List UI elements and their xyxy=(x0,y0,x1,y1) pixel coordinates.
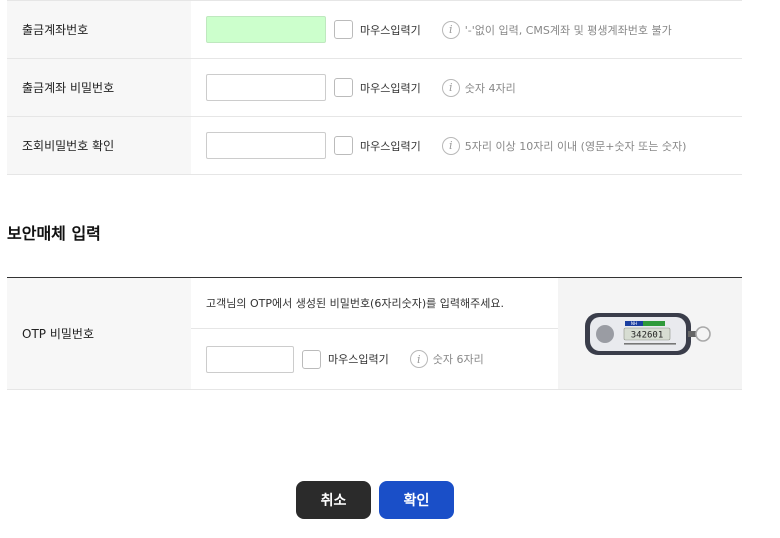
otp-mouse-input-checkbox[interactable] xyxy=(302,349,321,369)
account-number-label: 출금계좌번호 xyxy=(7,1,191,58)
confirm-button[interactable]: 확인 xyxy=(379,481,454,519)
info-icon: i xyxy=(441,78,460,97)
otp-section: OTP 비밀번호 고객님의 OTP에서 생성된 비밀번호(6자리숫자)를 입력해… xyxy=(7,277,742,390)
checkbox-label: 마우스입력기 xyxy=(328,353,389,366)
account-password-mouse-input-checkbox[interactable] xyxy=(334,78,353,97)
hint-text: 5자리 이상 10자리 이내 (영문+숫자 또는 숫자) xyxy=(464,139,687,153)
inquiry-password-input[interactable] xyxy=(206,132,326,159)
otp-input-row: 마우스입력기 i 숫자 6자리 xyxy=(191,329,558,389)
form-row-account-password: 출금계좌 비밀번호 마우스입력기 i 숫자 4자리 xyxy=(7,59,742,117)
otp-label: OTP 비밀번호 xyxy=(7,278,191,389)
cancel-button[interactable]: 취소 xyxy=(296,481,371,519)
info-icon: i xyxy=(441,136,460,155)
account-password-input[interactable] xyxy=(206,74,326,101)
inquiry-password-mouse-input-checkbox[interactable] xyxy=(334,136,353,155)
otp-device-brand: NH xyxy=(631,321,637,326)
otp-device-display: 342601 xyxy=(631,330,664,340)
form-row-inquiry-password: 조회비밀번호 확인 마우스입력기 i 5자리 이상 10자리 이내 (영문+숫자… xyxy=(7,117,742,175)
otp-device-icon: NH 342601 xyxy=(585,312,711,355)
otp-input[interactable] xyxy=(206,345,294,373)
hint-text: '-'없이 입력, CMS계좌 및 평생계좌번호 불가 xyxy=(464,23,672,37)
security-section-title: 보안매체 입력 xyxy=(7,224,101,243)
account-password-label: 출금계좌 비밀번호 xyxy=(7,59,191,116)
account-number-input[interactable] xyxy=(206,16,326,43)
checkbox-label: 마우스입력기 xyxy=(360,23,421,37)
otp-device-image: NH 342601 xyxy=(558,278,742,389)
hint: i 숫자 6자리 xyxy=(409,350,484,368)
hint: i 5자리 이상 10자리 이내 (영문+숫자 또는 숫자) xyxy=(441,136,687,155)
info-icon: i xyxy=(441,20,460,39)
hint: i '-'없이 입력, CMS계좌 및 평생계좌번호 불가 xyxy=(441,20,672,39)
account-form: 출금계좌번호 마우스입력기 i '-'없이 입력, CMS계좌 및 평생계좌번호… xyxy=(7,0,742,175)
otp-content: 고객님의 OTP에서 생성된 비밀번호(6자리숫자)를 입력해주세요. 마우스입… xyxy=(191,278,558,389)
checkbox-label: 마우스입력기 xyxy=(360,81,421,95)
hint: i 숫자 4자리 xyxy=(441,78,516,97)
info-icon: i xyxy=(409,350,428,368)
hint-text: 숫자 4자리 xyxy=(464,81,516,95)
account-number-mouse-input-checkbox[interactable] xyxy=(334,20,353,39)
checkbox-label: 마우스입력기 xyxy=(360,139,421,153)
account-password-field-group: 마우스입력기 i 숫자 4자리 xyxy=(191,59,742,116)
account-number-field-group: 마우스입력기 i '-'없이 입력, CMS계좌 및 평생계좌번호 불가 xyxy=(191,1,742,58)
inquiry-password-label: 조회비밀번호 확인 xyxy=(7,117,191,174)
inquiry-password-field-group: 마우스입력기 i 5자리 이상 10자리 이내 (영문+숫자 또는 숫자) xyxy=(191,117,742,174)
otp-description: 고객님의 OTP에서 생성된 비밀번호(6자리숫자)를 입력해주세요. xyxy=(191,278,558,329)
hint-text: 숫자 6자리 xyxy=(432,353,484,366)
form-row-account-number: 출금계좌번호 마우스입력기 i '-'없이 입력, CMS계좌 및 평생계좌번호… xyxy=(7,1,742,59)
